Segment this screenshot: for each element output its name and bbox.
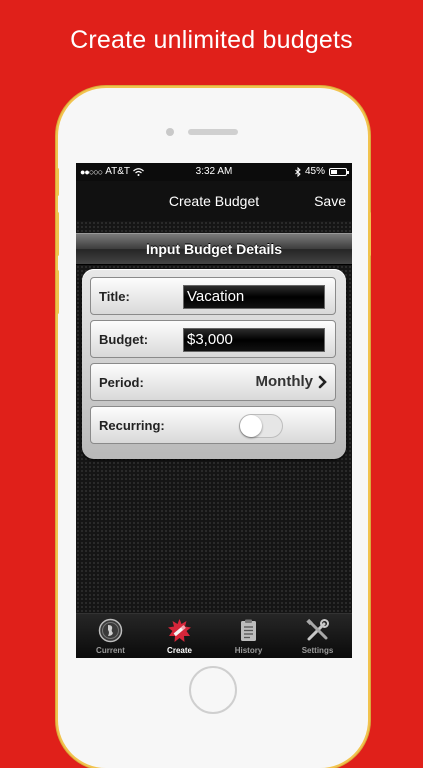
bluetooth-icon: [295, 166, 301, 177]
battery-icon: [329, 167, 349, 176]
volume-down-button: [56, 270, 59, 314]
pencil-starburst-icon: [168, 619, 191, 642]
form-content: Input Budget Details Title: Vacation Bud…: [76, 221, 352, 613]
budget-input[interactable]: $3,000: [183, 328, 325, 352]
title-input[interactable]: Vacation: [183, 285, 325, 309]
tab-create[interactable]: Create: [145, 614, 214, 658]
volume-up-button: [56, 212, 59, 256]
tab-history[interactable]: History: [214, 614, 283, 658]
tab-settings[interactable]: Settings: [283, 614, 352, 658]
recurring-toggle[interactable]: [239, 414, 283, 438]
tab-bar: Current Create History Settings: [76, 613, 352, 658]
recurring-row: Recurring:: [90, 406, 336, 444]
recurring-label: Recurring:: [99, 418, 165, 433]
tab-current-label: Current: [96, 646, 125, 655]
period-value: Monthly: [255, 373, 314, 390]
section-header: Input Budget Details: [76, 233, 352, 265]
coin-icon: [98, 618, 123, 643]
tab-create-label: Create: [167, 646, 192, 655]
period-label: Period:: [99, 375, 144, 390]
title-label: Title:: [99, 289, 130, 304]
earpiece-speaker: [188, 129, 238, 135]
budget-details-panel: Title: Vacation Budget: $3,000 Period: M…: [82, 269, 346, 459]
toggle-knob: [240, 415, 262, 437]
chevron-right-icon: [318, 375, 327, 389]
home-button[interactable]: [189, 666, 237, 714]
promo-headline: Create unlimited budgets: [70, 26, 353, 54]
battery-percentage: 45%: [304, 166, 325, 177]
power-button: [368, 212, 371, 256]
budget-row: Budget: $3,000: [90, 320, 336, 358]
front-camera: [166, 128, 174, 136]
tab-settings-label: Settings: [301, 646, 334, 655]
budget-label: Budget:: [99, 332, 149, 347]
nav-title: Create Budget: [168, 193, 260, 209]
navigation-bar: Create Budget Save: [76, 181, 352, 221]
tab-current[interactable]: Current: [76, 614, 145, 658]
tab-history-label: History: [234, 646, 263, 655]
period-selector[interactable]: Period: Monthly: [90, 363, 336, 401]
mute-switch: [56, 168, 59, 196]
status-bar: ●●○○○ AT&T 3:32 AM 45%: [76, 163, 352, 181]
tools-icon: [306, 618, 329, 641]
title-row: Title: Vacation: [90, 277, 336, 315]
app-screen: ●●○○○ AT&T 3:32 AM 45% Create Budget Sav…: [76, 163, 352, 658]
save-button[interactable]: Save: [314, 193, 346, 209]
clipboard-icon: [241, 619, 256, 641]
